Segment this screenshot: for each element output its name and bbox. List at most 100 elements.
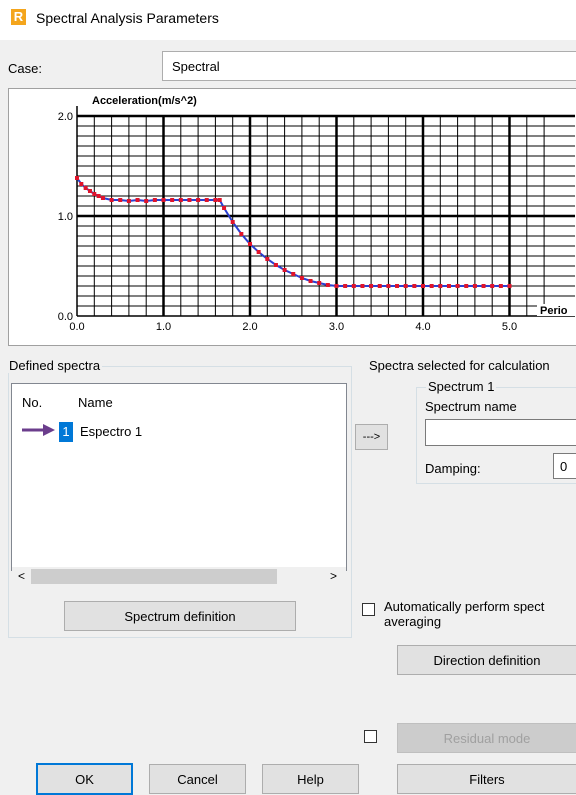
selection-arrow-icon — [21, 423, 57, 440]
cancel-button[interactable]: Cancel — [149, 764, 246, 794]
selected-spectra-title: Spectra selected for calculation — [369, 358, 550, 373]
data-point — [75, 176, 79, 180]
data-point — [152, 198, 157, 202]
data-point — [325, 283, 330, 287]
data-point — [308, 279, 313, 283]
damping-field[interactable]: 0 — [553, 453, 576, 479]
data-point — [265, 257, 270, 261]
data-point — [377, 284, 382, 288]
data-point — [421, 284, 425, 288]
data-point — [351, 284, 356, 288]
data-point — [248, 242, 252, 246]
data-point — [83, 186, 88, 190]
data-point — [438, 284, 443, 288]
data-point — [217, 198, 222, 202]
data-point — [109, 198, 114, 202]
data-point — [96, 194, 101, 198]
data-point — [196, 198, 201, 202]
data-point — [187, 198, 192, 202]
defined-spectra-title: Defined spectra — [7, 358, 103, 373]
x-tick-label: 5.0 — [502, 321, 517, 333]
auto-averaging-checkbox[interactable] — [362, 603, 375, 616]
data-point — [498, 284, 503, 288]
x-axis-label: Perio — [540, 305, 568, 317]
y-tick-label: 1.0 — [58, 211, 73, 223]
data-point — [395, 284, 400, 288]
data-point — [222, 206, 227, 210]
row-number[interactable]: 1 — [59, 422, 73, 442]
data-point — [92, 192, 97, 196]
scroll-thumb[interactable] — [31, 569, 277, 584]
chart-series — [75, 176, 512, 288]
data-point — [282, 268, 287, 272]
auto-averaging-label-line2: averaging — [384, 614, 442, 629]
spectrum-name-label: Spectrum name — [425, 399, 517, 414]
x-tick-label: 3.0 — [329, 321, 344, 333]
data-point — [256, 250, 261, 254]
spectrum-1-title: Spectrum 1 — [426, 379, 497, 394]
row-name[interactable]: Espectro 1 — [80, 424, 142, 439]
column-header-no[interactable]: No. — [22, 395, 42, 410]
data-point — [369, 284, 374, 288]
auto-averaging-label-line1: Automatically perform spect — [384, 599, 545, 614]
data-point — [79, 182, 84, 186]
y-tick-label: 2.0 — [58, 111, 73, 123]
spectrum-definition-button[interactable]: Spectrum definition — [64, 601, 296, 631]
x-tick-label: 1.0 — [156, 321, 171, 333]
data-point — [213, 198, 218, 202]
data-point — [507, 284, 512, 288]
data-point — [161, 198, 166, 202]
data-point — [239, 232, 244, 236]
y-tick-label: 0.0 — [58, 311, 73, 323]
data-point — [360, 284, 365, 288]
x-tick-label: 4.0 — [415, 321, 430, 333]
data-point — [204, 198, 209, 202]
data-point — [490, 284, 495, 288]
data-point — [126, 199, 131, 203]
spectra-list[interactable] — [11, 383, 347, 571]
case-field[interactable]: Spectral — [162, 51, 576, 81]
filters-button[interactable]: Filters — [397, 764, 576, 794]
data-point — [472, 284, 477, 288]
data-point — [273, 263, 278, 267]
data-point — [100, 196, 105, 200]
data-point — [455, 284, 460, 288]
data-point — [170, 198, 175, 202]
direction-definition-button[interactable]: Direction definition — [397, 645, 576, 675]
x-tick-label: 2.0 — [242, 321, 257, 333]
scroll-left-icon[interactable]: < — [18, 569, 25, 583]
spectrum-name-field[interactable] — [425, 419, 576, 446]
case-label: Case: — [8, 61, 42, 76]
spectrum-chart: 0.0 1.0 2.0 3.0 4.0 5.0 0.0 1.0 2.0 Acceleration… — [8, 88, 576, 346]
data-point — [291, 272, 296, 276]
data-point — [412, 284, 417, 288]
data-point — [87, 189, 92, 193]
data-point — [386, 284, 391, 288]
data-point — [317, 281, 322, 285]
data-point — [135, 198, 140, 202]
window-title: Spectral Analysis Parameters — [36, 10, 219, 26]
data-point — [118, 198, 123, 202]
residual-mode-button[interactable]: Residual mode — [397, 723, 576, 753]
data-point — [481, 284, 486, 288]
data-point — [230, 220, 235, 224]
y-axis-label: Acceleration(m/s^2) — [92, 95, 197, 107]
residual-mode-checkbox[interactable] — [364, 730, 377, 743]
data-point — [429, 284, 434, 288]
data-point — [144, 199, 149, 203]
app-icon: R — [11, 9, 26, 25]
damping-label: Damping: — [425, 461, 481, 476]
transfer-button[interactable]: ---> — [355, 424, 388, 450]
spectrum-chart-svg: 0.0 1.0 2.0 3.0 4.0 5.00.01.02.0 Acceleration… — [58, 94, 575, 333]
data-point — [464, 284, 469, 288]
ok-button[interactable]: OK — [36, 763, 133, 795]
scroll-right-icon[interactable]: > — [330, 569, 337, 583]
data-point — [334, 284, 339, 288]
spectrum-line — [76, 177, 510, 287]
data-point — [299, 276, 304, 280]
help-button[interactable]: Help — [262, 764, 359, 794]
data-point — [343, 284, 348, 288]
data-point — [178, 198, 183, 202]
data-point — [403, 284, 408, 288]
column-header-name[interactable]: Name — [78, 395, 113, 410]
